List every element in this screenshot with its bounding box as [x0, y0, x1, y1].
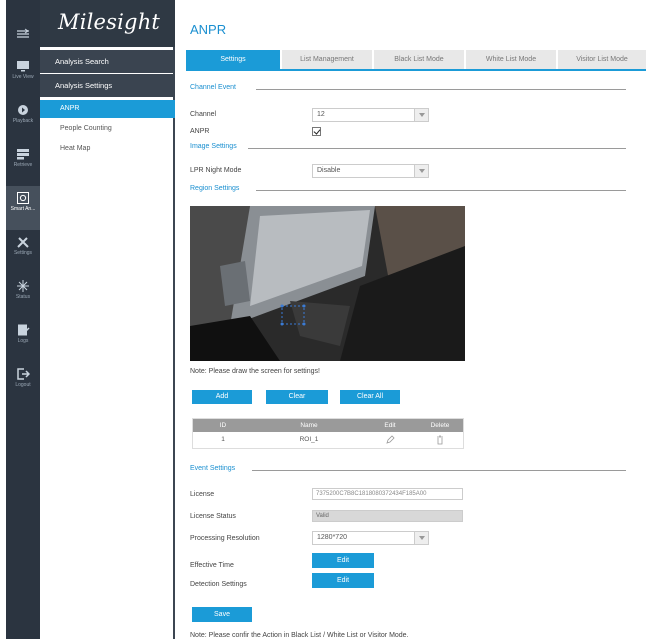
tab-settings[interactable]: Settings — [186, 50, 280, 70]
license-label: License — [190, 491, 215, 498]
rail-logout[interactable]: Logout — [6, 362, 40, 406]
license-status-field: Valid — [312, 510, 463, 522]
license-status-label: License Status — [190, 513, 236, 520]
settings-icon — [17, 237, 29, 248]
header-delete: Delete — [430, 422, 450, 429]
draw-note: Note: Please draw the screen for setting… — [190, 368, 320, 375]
processing-resolution-label: Processing Resolution — [190, 535, 260, 542]
header-edit: Edit — [384, 422, 396, 429]
header-id: ID — [219, 422, 227, 429]
rail-label: Smart An... — [10, 206, 36, 212]
footer-note: Note: Please confir the Action in Black … — [190, 632, 409, 639]
row-edit[interactable] — [365, 435, 415, 447]
section-heading: Image Settings — [190, 143, 237, 150]
logo: Milesight — [40, 0, 175, 47]
playback-icon — [18, 105, 28, 115]
menu-analysis-search[interactable]: Analysis Search — [40, 50, 175, 73]
row-delete[interactable] — [415, 435, 465, 447]
processing-resolution-select[interactable]: 1280*720 — [312, 531, 429, 545]
tab-visitor-list-mode[interactable]: Visitor List Mode — [558, 50, 646, 70]
add-button[interactable]: Add — [192, 390, 252, 404]
section-divider — [256, 89, 626, 90]
rail-label: Live View — [12, 74, 34, 80]
processing-resolution-value: 1280*720 — [317, 534, 347, 541]
section-channel-event: Channel Event — [190, 84, 626, 96]
tab-black-list-mode[interactable]: Black List Mode — [374, 50, 464, 70]
status-icon — [17, 280, 29, 292]
retrieve-icon — [17, 149, 29, 160]
camera-preview[interactable] — [190, 206, 465, 361]
rail-label: Settings — [13, 250, 33, 256]
monitor-icon — [17, 61, 29, 72]
menu-analysis-settings[interactable]: Analysis Settings — [40, 74, 175, 97]
lpr-night-mode-select[interactable]: Disable — [312, 164, 429, 178]
rail-logs[interactable]: Logs — [6, 318, 40, 362]
rail-label: Logout — [15, 382, 31, 388]
table-header: ID Name Edit Delete — [193, 419, 463, 432]
row-id: 1 — [221, 436, 225, 443]
rail-label: Logs — [17, 338, 29, 344]
sidebar-menu: Milesight Analysis Search Analysis Setti… — [40, 0, 175, 639]
section-event-settings: Event Settings — [190, 465, 626, 477]
rail-status[interactable]: Status — [6, 274, 40, 318]
section-heading: Channel Event — [190, 84, 236, 91]
app-root: Live View Playback Retrieve Smart An... … — [0, 0, 654, 639]
logo-text: Milesight — [58, 10, 161, 34]
menu-item-heat-map[interactable]: Heat Map — [40, 140, 175, 158]
row-name: ROI_1 — [299, 436, 319, 443]
page-title: ANPR — [190, 22, 227, 37]
effective-time-label: Effective Time — [190, 562, 234, 569]
icon-rail: Live View Playback Retrieve Smart An... … — [6, 0, 40, 639]
tab-list-management[interactable]: List Management — [282, 50, 372, 70]
rail-smart-analysis[interactable]: Smart An... — [6, 186, 40, 230]
tab-bar: Settings List Management Black List Mode… — [186, 50, 646, 70]
chevron-down-icon — [414, 532, 428, 544]
camera-image — [190, 206, 465, 361]
section-region-settings: Region Settings — [190, 185, 626, 197]
clear-button[interactable]: Clear — [266, 390, 328, 404]
menu-item-anpr[interactable]: ANPR — [40, 100, 175, 118]
save-button[interactable]: Save — [192, 607, 252, 622]
tab-white-list-mode[interactable]: White List Mode — [466, 50, 556, 70]
menu-item-people-counting[interactable]: People Counting — [40, 120, 175, 138]
rail-menu-toggle[interactable] — [6, 10, 40, 50]
tab-underline — [186, 69, 646, 71]
header-name: Name — [300, 422, 318, 429]
rail-playback[interactable]: Playback — [6, 98, 40, 142]
logout-icon — [17, 368, 30, 380]
detection-settings-edit-button[interactable]: Edit — [312, 573, 374, 588]
chevron-down-icon — [414, 109, 428, 121]
rail-label: Status — [15, 294, 31, 300]
chevron-down-icon — [414, 165, 428, 177]
rail-settings[interactable]: Settings — [6, 230, 40, 274]
rail-label: Playback — [12, 118, 34, 124]
rail-live-view[interactable]: Live View — [6, 54, 40, 98]
menu-icon — [17, 28, 29, 38]
channel-label: Channel — [190, 111, 217, 118]
section-divider — [252, 470, 626, 471]
section-image-settings: Image Settings — [190, 143, 626, 155]
section-heading: Event Settings — [190, 465, 236, 472]
channel-value: 12 — [317, 111, 325, 118]
anpr-checkbox[interactable] — [312, 127, 321, 136]
detection-settings-label: Detection Settings — [190, 581, 247, 588]
clear-all-button[interactable]: Clear All — [340, 390, 400, 404]
pencil-icon — [386, 435, 395, 444]
effective-time-edit-button[interactable]: Edit — [312, 553, 374, 568]
trash-icon — [437, 435, 443, 445]
roi-table: ID Name Edit Delete 1 ROI_1 — [192, 418, 464, 449]
lpr-night-mode-value: Disable — [317, 167, 341, 174]
section-divider — [248, 148, 626, 149]
section-heading: Region Settings — [190, 185, 240, 192]
anpr-label: ANPR — [190, 128, 210, 135]
smart-analysis-icon — [17, 192, 29, 204]
rail-retrieve[interactable]: Retrieve — [6, 142, 40, 186]
table-row: 1 ROI_1 — [193, 432, 463, 448]
license-field[interactable]: 7375200C7B8C1818080372434F185A00 — [312, 488, 463, 500]
lpr-night-mode-label: LPR Night Mode — [190, 167, 242, 174]
section-divider — [256, 190, 626, 191]
rail-label: Retrieve — [13, 162, 33, 168]
channel-select[interactable]: 12 — [312, 108, 429, 122]
logs-icon — [18, 324, 30, 336]
